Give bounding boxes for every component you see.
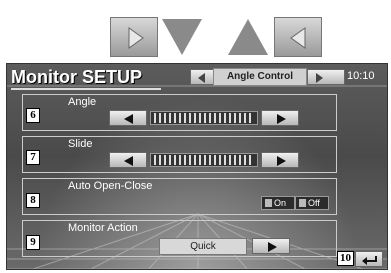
level-tick xyxy=(234,113,236,123)
level-tick xyxy=(179,155,181,165)
monitor-action-value: Quick xyxy=(159,238,247,255)
level-tick xyxy=(174,113,176,123)
angle-decrease-button[interactable] xyxy=(109,110,147,126)
level-tick xyxy=(224,113,226,123)
up-arrow-button[interactable] xyxy=(226,17,270,57)
angle-badge: 6 xyxy=(26,108,40,123)
down-arrow-button[interactable] xyxy=(160,17,204,57)
level-tick xyxy=(169,113,171,123)
level-tick xyxy=(224,155,226,165)
auto-open-close-label: Auto Open-Close xyxy=(68,180,153,192)
level-tick xyxy=(249,155,251,165)
level-tick xyxy=(244,155,246,165)
auto-open-close-off-button[interactable]: Off xyxy=(295,196,329,210)
auto-open-close-badge: 8 xyxy=(26,193,40,208)
level-tick xyxy=(199,113,201,123)
level-tick xyxy=(214,155,216,165)
level-tick xyxy=(209,155,211,165)
down-arrow-icon xyxy=(162,19,202,55)
slide-decrease-button[interactable] xyxy=(109,152,147,168)
auto-open-close-on-button[interactable]: On xyxy=(261,196,295,210)
left-arrow-icon xyxy=(198,73,205,83)
left-arrow-icon xyxy=(290,27,306,49)
level-tick xyxy=(159,155,161,165)
monitor-action-badge: 9 xyxy=(26,235,40,250)
page-title: Monitor SETUP xyxy=(11,67,142,87)
title-underline xyxy=(11,88,161,90)
level-tick xyxy=(164,155,166,165)
slide-section: Slide 7 xyxy=(22,136,337,173)
on-label: On xyxy=(274,198,287,208)
level-tick xyxy=(204,155,206,165)
right-arrow-icon xyxy=(316,73,323,83)
off-indicator xyxy=(299,199,306,207)
level-tick xyxy=(174,155,176,165)
level-tick xyxy=(189,155,191,165)
right-arrow-icon xyxy=(268,242,277,252)
right-arrow-button[interactable] xyxy=(110,17,158,57)
monitor-action-label: Monitor Action xyxy=(68,222,138,234)
left-arrow-icon xyxy=(124,156,133,166)
level-tick xyxy=(164,113,166,123)
level-tick xyxy=(219,155,221,165)
level-tick xyxy=(214,113,216,123)
level-tick xyxy=(194,113,196,123)
level-tick xyxy=(229,113,231,123)
auto-open-close-section: Auto Open-Close 8 On Off xyxy=(22,178,337,215)
monitor-setup-screen: Monitor SETUP Angle Control 10:10 Angle … xyxy=(6,63,388,270)
level-tick xyxy=(249,113,251,123)
return-badge: 10 xyxy=(337,251,354,266)
on-indicator xyxy=(265,199,272,207)
monitor-action-next-button[interactable] xyxy=(252,238,290,254)
level-tick xyxy=(219,113,221,123)
level-tick xyxy=(194,155,196,165)
level-tick xyxy=(199,155,201,165)
level-tick xyxy=(179,113,181,123)
control-selector-label: Angle Control xyxy=(213,68,307,86)
control-next-button[interactable] xyxy=(307,69,345,85)
level-tick xyxy=(184,113,186,123)
level-tick xyxy=(244,113,246,123)
slide-badge: 7 xyxy=(26,150,40,165)
level-tick xyxy=(209,113,211,123)
return-icon xyxy=(362,256,377,265)
level-tick xyxy=(239,155,241,165)
monitor-action-section: Monitor Action 9 Quick xyxy=(22,220,337,257)
level-tick xyxy=(154,155,156,165)
clock: 10:10 xyxy=(347,70,375,82)
right-arrow-icon xyxy=(277,156,286,166)
level-tick xyxy=(159,113,161,123)
off-label: Off xyxy=(308,198,320,208)
level-tick xyxy=(154,113,156,123)
level-tick xyxy=(239,113,241,123)
angle-section: Angle 6 xyxy=(22,94,337,131)
angle-level-bar xyxy=(150,111,258,125)
slide-increase-button[interactable] xyxy=(261,152,299,168)
angle-level-ticks xyxy=(154,113,254,123)
level-tick xyxy=(169,155,171,165)
top-navigation xyxy=(0,0,391,60)
left-arrow-icon xyxy=(124,114,133,124)
level-tick xyxy=(184,155,186,165)
level-tick xyxy=(189,113,191,123)
slide-label: Slide xyxy=(68,138,93,150)
right-arrow-icon xyxy=(128,27,144,49)
level-tick xyxy=(229,155,231,165)
angle-label: Angle xyxy=(68,96,97,108)
return-button[interactable] xyxy=(355,251,383,267)
slide-level-ticks xyxy=(154,155,254,165)
level-tick xyxy=(234,155,236,165)
up-arrow-icon xyxy=(228,19,268,55)
left-arrow-button[interactable] xyxy=(274,17,322,57)
angle-increase-button[interactable] xyxy=(261,110,299,126)
right-arrow-icon xyxy=(277,114,286,124)
level-tick xyxy=(204,113,206,123)
slide-level-bar xyxy=(150,153,258,167)
